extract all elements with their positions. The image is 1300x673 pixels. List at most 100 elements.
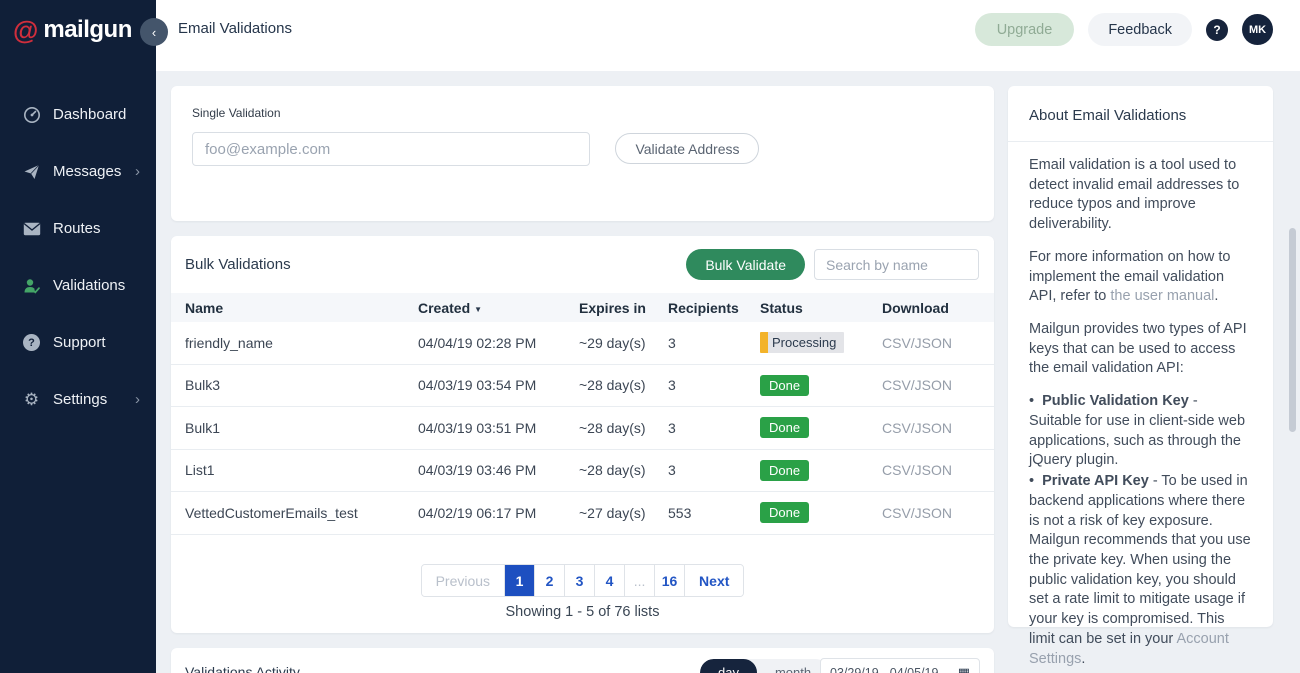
about-bullet-private-key: • Private API Key - To be used in backen… — [1029, 472, 1253, 669]
toggle-day[interactable]: day — [700, 659, 757, 673]
page-title: Email Validations — [178, 20, 292, 37]
user-manual-link[interactable]: the user manual — [1110, 288, 1214, 304]
list-name: Bulk1 — [185, 420, 418, 436]
recipients-count: 3 — [668, 420, 760, 436]
sidebar-item-routes[interactable]: Routes — [0, 200, 156, 257]
single-validation-title: Single Validation — [171, 86, 994, 120]
calendar-icon: ▦ — [958, 665, 970, 673]
paper-plane-icon — [22, 162, 41, 181]
pagination-next[interactable]: Next — [685, 565, 743, 596]
download-link[interactable]: CSV/JSON — [882, 462, 980, 478]
pagination-page-1[interactable]: 1 — [505, 565, 535, 596]
validate-address-button[interactable]: Validate Address — [615, 133, 759, 164]
column-header-recipients[interactable]: Recipients — [668, 300, 760, 316]
pagination-page-3[interactable]: 3 — [565, 565, 595, 596]
about-panel: About Email Validations Email validation… — [1008, 86, 1273, 627]
pagination-previous[interactable]: Previous — [422, 565, 505, 596]
status-badge: Done — [760, 460, 809, 481]
created-date: 04/03/19 03:46 PM — [418, 462, 579, 478]
status-badge: Done — [760, 502, 809, 523]
chevron-right-icon: › — [135, 163, 140, 180]
list-name: friendly_name — [185, 335, 418, 351]
table-row: Bulk1 04/03/19 03:51 PM ~28 day(s) 3 Don… — [171, 407, 994, 450]
gear-icon: ⚙ — [22, 390, 41, 409]
bulk-validations-header: Bulk Validations Bulk Validate — [171, 236, 994, 293]
sidebar-item-label: Settings — [53, 391, 107, 408]
envelope-icon — [22, 219, 41, 238]
sidebar-item-label: Dashboard — [53, 106, 126, 123]
recipients-count: 3 — [668, 335, 760, 351]
sort-descending-icon[interactable]: ▼ — [474, 305, 482, 314]
toggle-month[interactable]: month — [757, 659, 829, 673]
bulk-validate-button[interactable]: Bulk Validate — [686, 249, 805, 280]
validations-activity-card: Validations Activity day month 03/29/19 … — [171, 648, 994, 673]
created-date: 04/02/19 06:17 PM — [418, 505, 579, 521]
download-link[interactable]: CSV/JSON — [882, 420, 980, 436]
validations-activity-title: Validations Activity — [185, 664, 300, 673]
status-badge: Done — [760, 375, 809, 396]
day-month-toggle: day month — [700, 659, 829, 673]
recipients-count: 553 — [668, 505, 760, 521]
download-link[interactable]: CSV/JSON — [882, 377, 980, 393]
pagination-ellipsis: ... — [625, 565, 655, 596]
sidebar-item-support[interactable]: ? Support — [0, 314, 156, 371]
sidebar-item-label: Support — [53, 334, 106, 351]
single-validation-input[interactable] — [192, 132, 590, 166]
column-header-status[interactable]: Status — [760, 300, 882, 316]
sidebar-item-label: Routes — [53, 220, 101, 237]
search-input[interactable] — [814, 249, 979, 280]
chevron-right-icon: › — [135, 391, 140, 408]
download-link[interactable]: CSV/JSON — [882, 505, 980, 521]
expires-in: ~27 day(s) — [579, 505, 668, 521]
upgrade-button[interactable]: Upgrade — [975, 13, 1075, 46]
date-range-picker[interactable]: 03/29/19 - 04/05/19 ▦ — [820, 658, 980, 673]
help-icon[interactable]: ? — [1206, 19, 1228, 41]
sidebar-item-label: Validations — [53, 277, 125, 294]
pagination-page-2[interactable]: 2 — [535, 565, 565, 596]
list-name: List1 — [185, 462, 418, 478]
expires-in: ~29 day(s) — [579, 335, 668, 351]
sidebar-collapse-button[interactable]: ‹ — [140, 18, 168, 46]
sidebar-item-validations[interactable]: Validations — [0, 257, 156, 314]
mailgun-logo[interactable]: @ mailgun — [0, 0, 156, 44]
table-row: Bulk3 04/03/19 03:54 PM ~28 day(s) 3 Don… — [171, 365, 994, 408]
page-scrollbar[interactable] — [1289, 228, 1296, 432]
column-header-name[interactable]: Name — [185, 300, 418, 316]
feedback-button[interactable]: Feedback — [1088, 13, 1192, 46]
created-date: 04/03/19 03:51 PM — [418, 420, 579, 436]
column-header-download[interactable]: Download — [882, 300, 980, 316]
dashboard-gauge-icon — [22, 105, 41, 124]
sidebar-item-dashboard[interactable]: Dashboard — [0, 86, 156, 143]
about-paragraph-1: Email validation is a tool used to detec… — [1029, 156, 1253, 235]
list-name: Bulk3 — [185, 377, 418, 393]
column-header-expires[interactable]: Expires in — [579, 300, 668, 316]
recipients-count: 3 — [668, 462, 760, 478]
user-avatar[interactable]: MK — [1242, 14, 1273, 45]
download-link[interactable]: CSV/JSON — [882, 335, 980, 351]
expires-in: ~28 day(s) — [579, 420, 668, 436]
single-validation-card: Single Validation Validate Address — [171, 86, 994, 221]
pagination-page-4[interactable]: 4 — [595, 565, 625, 596]
pagination: Previous 1 2 3 4 ... 16 Next — [171, 564, 994, 597]
pagination-page-16[interactable]: 16 — [655, 565, 685, 596]
status-badge: Done — [760, 417, 809, 438]
sidebar-item-settings[interactable]: ⚙ Settings › — [0, 371, 156, 428]
about-panel-body: Email validation is a tool used to detec… — [1008, 142, 1273, 669]
sidebar-item-label: Messages — [53, 163, 121, 180]
bulk-validations-card: Bulk Validations Bulk Validate Name Crea… — [171, 236, 994, 633]
sidebar-item-messages[interactable]: Messages › — [0, 143, 156, 200]
bulk-validations-title: Bulk Validations — [185, 256, 291, 273]
mailgun-at-icon: @ — [13, 17, 38, 43]
table-row: friendly_name 04/04/19 02:28 PM ~29 day(… — [171, 322, 994, 365]
column-header-created[interactable]: Created▼ — [418, 300, 579, 316]
table-row: List1 04/03/19 03:46 PM ~28 day(s) 3 Don… — [171, 450, 994, 493]
topbar-actions: Upgrade Feedback ? MK — [975, 13, 1273, 46]
created-date: 04/03/19 03:54 PM — [418, 377, 579, 393]
table-row: VettedCustomerEmails_test 04/02/19 06:17… — [171, 492, 994, 535]
status-badge: Processing — [760, 332, 844, 353]
sidebar-nav: Dashboard Messages › Routes Validations … — [0, 86, 156, 428]
about-panel-title: About Email Validations — [1008, 86, 1273, 142]
created-date: 04/04/19 02:28 PM — [418, 335, 579, 351]
pagination-summary: Showing 1 - 5 of 76 lists — [171, 604, 994, 620]
list-name: VettedCustomerEmails_test — [185, 505, 418, 521]
